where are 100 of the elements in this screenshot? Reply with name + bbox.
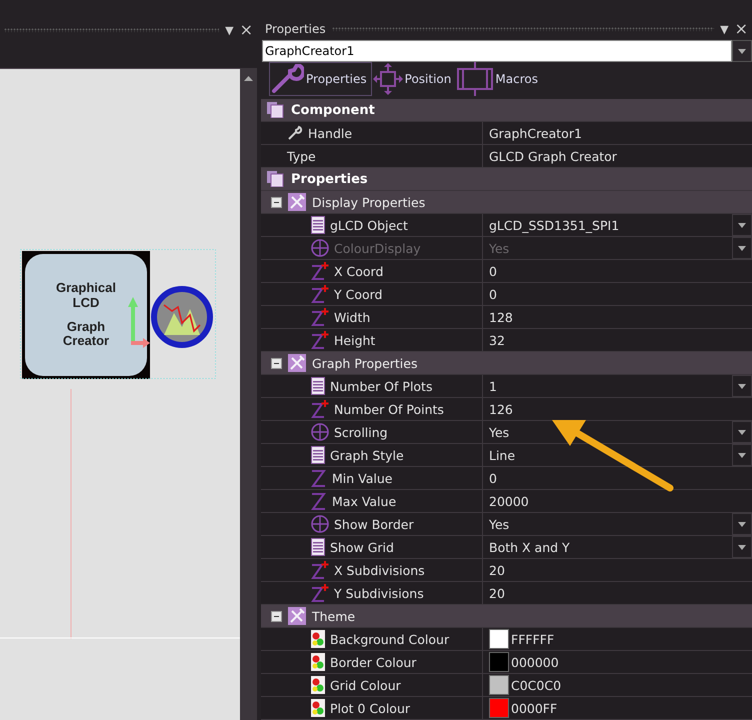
property-value[interactable]: 1 xyxy=(489,378,497,394)
property-row[interactable]: Scrolling Yes xyxy=(261,421,752,444)
dropdown-button[interactable] xyxy=(732,214,752,236)
panel-menu-arrow[interactable]: ▼ xyxy=(720,24,729,34)
scrollbar[interactable] xyxy=(240,68,257,720)
property-value[interactable]: Yes xyxy=(489,424,510,440)
property-row[interactable]: Type GLCD Graph Creator xyxy=(261,145,752,168)
component-label: Graphical xyxy=(56,281,116,296)
list-icon xyxy=(311,216,325,234)
wrench-icon xyxy=(287,125,303,141)
property-name: X Subdivisions xyxy=(334,562,425,578)
property-name: Type xyxy=(287,148,316,164)
colour-swatch[interactable] xyxy=(489,629,509,649)
dropdown-arrow-icon xyxy=(738,430,746,434)
property-row[interactable]: Background Colour FFFFFF xyxy=(261,628,752,651)
property-row[interactable]: Handle GraphCreator1 xyxy=(261,122,752,145)
property-row[interactable]: Width 128 xyxy=(261,306,752,329)
property-row[interactable]: Show Grid Both X and Y xyxy=(261,536,752,559)
colour-swatch[interactable] xyxy=(489,698,509,718)
property-value[interactable]: 0 xyxy=(489,470,497,486)
property-row[interactable]: Plot 0 Colour 0000FF xyxy=(261,697,752,720)
property-row[interactable]: X Subdivisions 20 xyxy=(261,559,752,582)
tools-icon xyxy=(288,193,306,211)
crosshair-circle-icon xyxy=(311,239,329,257)
property-value[interactable]: 20 xyxy=(489,586,505,600)
component-label: LCD xyxy=(72,296,100,310)
property-row[interactable]: Y Subdivisions 20 xyxy=(261,582,752,605)
property-value[interactable]: gLCD_SSD1351_SPI1 xyxy=(489,218,620,232)
colour-palette-icon xyxy=(311,676,325,694)
collapse-toggle[interactable] xyxy=(271,196,282,208)
property-row[interactable]: Border Colour 000000 xyxy=(261,651,752,674)
panel-tab[interactable]: Properties xyxy=(269,62,372,96)
property-name: Y Coord xyxy=(334,286,382,302)
z-plus-icon xyxy=(311,584,329,602)
property-row[interactable]: Graph Style Line xyxy=(261,444,752,467)
property-value[interactable]: 126 xyxy=(489,402,513,416)
property-value[interactable]: 0 xyxy=(489,286,497,302)
property-value[interactable]: 0000FF xyxy=(511,700,558,716)
macro-block-icon xyxy=(457,62,494,96)
dropdown-button[interactable] xyxy=(732,536,752,558)
property-value[interactable]: 20 xyxy=(489,562,505,578)
collapse-toggle[interactable] xyxy=(271,358,282,368)
property-value[interactable]: Line xyxy=(489,448,516,462)
graph-component-icon[interactable] xyxy=(150,285,214,349)
property-value[interactable]: FFFFFF xyxy=(511,632,554,646)
property-row[interactable]: Number Of Points 126 xyxy=(261,398,752,421)
panel-menu-arrow[interactable]: ▼ xyxy=(225,24,234,36)
property-name: Show Border xyxy=(334,516,414,532)
z-icon xyxy=(311,492,327,510)
property-row[interactable]: Number Of Plots 1 xyxy=(261,375,752,398)
panel-tab[interactable]: Position xyxy=(372,62,456,96)
dropdown-button[interactable] xyxy=(732,444,752,466)
close-icon[interactable]: × xyxy=(734,21,748,37)
property-value[interactable]: Both X and Y xyxy=(489,540,570,554)
property-value[interactable]: 000000 xyxy=(511,654,559,670)
z-plus-icon xyxy=(311,561,329,579)
lcd-component-block[interactable]: Graphical LCD Graph Creator xyxy=(22,251,150,379)
dropdown-button[interactable] xyxy=(732,421,752,443)
component-selector-field[interactable]: GraphCreator1 xyxy=(262,40,732,62)
property-value[interactable]: C0C0C0 xyxy=(511,678,562,692)
property-row[interactable]: Height 32 xyxy=(261,329,752,352)
z-plus-icon xyxy=(311,331,329,349)
list-icon xyxy=(311,377,325,395)
axis-gizmo-drawing[interactable] xyxy=(128,297,150,349)
scroll-up-icon[interactable] xyxy=(244,76,253,81)
property-value[interactable]: 128 xyxy=(489,310,513,324)
dropdown-button[interactable] xyxy=(732,375,752,397)
property-row[interactable]: Show Border Yes xyxy=(261,513,752,536)
property-name: Y Subdivisions xyxy=(334,586,424,600)
panel-title: Properties xyxy=(265,22,326,36)
property-name: Handle xyxy=(308,126,352,140)
collapse-toggle[interactable] xyxy=(271,610,282,622)
close-icon[interactable]: × xyxy=(240,22,253,38)
dropdown-button[interactable] xyxy=(732,40,752,62)
dropdown-button[interactable] xyxy=(732,513,752,535)
property-row[interactable]: Max Value 20000 xyxy=(261,490,752,513)
property-name: Width xyxy=(334,310,370,324)
colour-swatch[interactable] xyxy=(489,675,509,695)
component-label: Creator xyxy=(62,334,110,349)
property-row[interactable]: Grid Colour C0C0C0 xyxy=(261,674,752,697)
tools-icon xyxy=(288,354,306,372)
category-header: Properties xyxy=(261,168,752,191)
property-value[interactable]: 20000 xyxy=(489,494,529,508)
property-value[interactable]: GLCD Graph Creator xyxy=(489,148,617,164)
dropdown-arrow-icon xyxy=(738,48,746,54)
colour-swatch[interactable] xyxy=(489,652,509,672)
property-name: Max Value xyxy=(332,494,396,508)
category-header: Component xyxy=(261,99,752,122)
property-row[interactable]: gLCD Object gLCD_SSD1351_SPI1 xyxy=(261,214,752,237)
property-value[interactable]: GraphCreator1 xyxy=(489,126,582,140)
property-value[interactable]: 32 xyxy=(489,332,505,348)
panel-tab[interactable]: Macros xyxy=(456,62,543,96)
property-row[interactable]: X Coord 0 xyxy=(261,260,752,283)
property-value[interactable]: 0 xyxy=(489,264,497,278)
property-row[interactable]: Y Coord 0 xyxy=(261,283,752,306)
dropdown-arrow-icon xyxy=(738,222,746,228)
property-value[interactable]: Yes xyxy=(489,516,510,532)
z-icon xyxy=(311,469,327,487)
property-row[interactable]: Min Value 0 xyxy=(261,467,752,490)
pages-icon xyxy=(267,171,285,187)
